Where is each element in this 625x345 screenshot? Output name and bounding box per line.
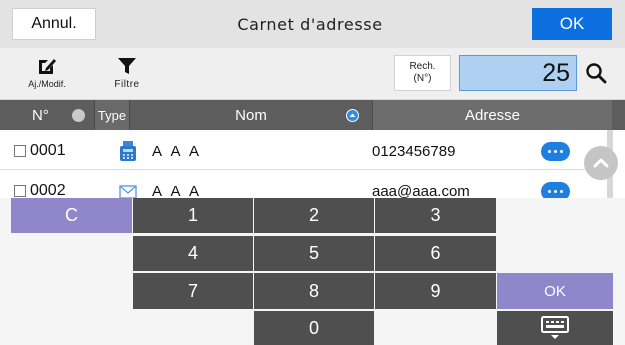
key-5[interactable]: 5 [254,236,374,271]
edit-icon [39,59,56,74]
key-7[interactable]: 7 [133,273,253,309]
address-list: 0001 A A A 0123456789 0002 A A A aaa@aaa… [0,130,612,198]
entry-number: 0002 [30,182,66,198]
column-address: Adresse [372,100,612,130]
scroll-up-button[interactable] [584,146,618,180]
clear-key[interactable]: C [11,198,132,233]
add-edit-button[interactable]: Aj./Modif. [18,56,76,96]
page-title: Carnet d'adresse [237,14,383,34]
fax-icon [118,140,138,162]
filter-button[interactable]: Filtre [100,56,154,96]
ok-button[interactable]: OK [532,8,612,40]
search-type-button[interactable]: Rech. (N°) [394,55,451,91]
entry-name: A A A [152,183,203,198]
search-button[interactable] [580,56,612,90]
key-3[interactable]: 3 [375,198,496,233]
key-9[interactable]: 9 [375,273,496,309]
row-checkbox[interactable] [14,145,26,157]
keypad-ok-key[interactable]: OK [497,273,613,309]
column-address-label: Adresse [464,106,521,124]
key-6[interactable]: 6 [375,236,496,271]
email-icon [118,180,138,198]
search-type-sub-label: (N°) [413,73,432,84]
entry-name: A A A [152,143,203,160]
keyboard-toggle-button[interactable] [497,311,613,345]
key-2[interactable]: 2 [254,198,374,233]
sort-ascending-icon [346,109,359,122]
search-type-label: Rech. [409,61,436,72]
filter-label: Filtre [114,79,140,90]
top-bar: Annul. Carnet d'adresse OK [0,0,625,48]
column-number-label: N° [32,106,49,124]
cancel-button[interactable]: Annul. [12,8,96,40]
keyboard-icon [541,316,569,339]
column-name[interactable]: Nom [130,100,372,130]
key-0[interactable]: 0 [254,311,374,345]
key-8[interactable]: 8 [254,273,374,309]
key-4[interactable]: 4 [133,236,253,271]
search-icon [586,63,607,84]
sort-indicator-icon [72,109,85,122]
entry-address: aaa@aaa.com [372,183,470,198]
row-checkbox[interactable] [14,185,26,197]
filter-icon [118,58,136,74]
details-button[interactable] [541,182,570,198]
numeric-keypad: C 1 2 3 4 5 6 7 8 9 OK 0 [0,198,625,345]
chevron-up-icon [593,158,609,168]
column-type-label: Type [97,107,127,123]
list-item[interactable]: 0002 A A A aaa@aaa.com [0,170,612,198]
details-button[interactable] [541,142,570,161]
search-number-input[interactable]: 25 [459,55,577,91]
column-header: N° Type Nom Adresse [0,100,625,130]
column-name-label: Nom [235,106,267,124]
list-item[interactable]: 0001 A A A 0123456789 [0,130,612,170]
entry-address: 0123456789 [372,143,456,160]
entry-number: 0001 [30,142,66,159]
key-1[interactable]: 1 [133,198,253,233]
add-edit-label: Aj./Modif. [28,79,66,89]
column-type: Type [94,100,130,130]
